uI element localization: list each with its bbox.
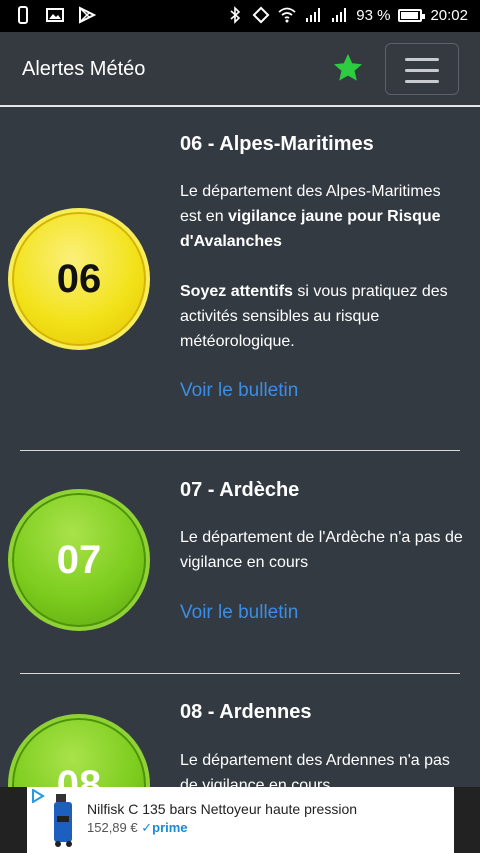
- star-icon[interactable]: [332, 52, 364, 84]
- alert-card-08: 08 - Ardennes 08 Le département des Arde…: [0, 674, 480, 787]
- bulletin-link[interactable]: Voir le bulletin: [180, 380, 298, 402]
- department-number: 06: [56, 256, 102, 301]
- play-store-icon: [79, 6, 96, 24]
- battery-icon: [398, 8, 426, 22]
- product-image[interactable]: [52, 792, 76, 848]
- menu-button[interactable]: [385, 43, 459, 95]
- ad-title[interactable]: Nilfisk C 135 bars Nettoyeur haute press…: [87, 801, 357, 817]
- alert-card-06: 06 - Alpes-Maritimes 06 Le département d…: [0, 109, 480, 449]
- status-bar-right: 93 % 20:02: [226, 6, 468, 24]
- clock: 20:02: [430, 6, 468, 24]
- department-badge: 06: [8, 208, 150, 350]
- hamburger-icon: [405, 58, 439, 61]
- prime-badge: ✓prime: [141, 820, 188, 835]
- department-number: 08: [56, 762, 102, 788]
- signal-1-icon: [306, 8, 321, 22]
- vigilance-text: Le département de l'Ardèche n'a pas de v…: [180, 529, 463, 571]
- phone-icon: [18, 6, 28, 24]
- vigilance-text: Le département des Ardennes n'a pas de v…: [180, 752, 450, 787]
- department-badge: 08: [8, 714, 150, 787]
- bluetooth-icon: [230, 6, 241, 24]
- bulletin-link[interactable]: Voir le bulletin: [180, 602, 298, 624]
- ad-price: 152,89 €: [87, 820, 138, 835]
- signal-2-icon: [332, 8, 347, 22]
- vigilance-text: Le département des Alpes-Maritimes est e…: [180, 179, 465, 254]
- ad-margin-right: [454, 787, 480, 853]
- gallery-icon: [46, 8, 64, 22]
- hamburger-icon-line: [405, 69, 439, 72]
- navbar: Alertes Météo: [0, 32, 480, 107]
- vibrate-icon: [252, 6, 270, 24]
- battery-percent: 93 %: [356, 6, 391, 24]
- department-title: 07 - Ardèche: [180, 479, 300, 501]
- department-title: 08 - Ardennes: [180, 701, 312, 723]
- alerts-list: 06 - Alpes-Maritimes 06 Le département d…: [0, 109, 480, 787]
- department-badge: 07: [8, 489, 150, 631]
- department-number: 07: [56, 537, 102, 582]
- status-bar: 93 % 20:02: [0, 0, 480, 32]
- ad-banner[interactable]: Nilfisk C 135 bars Nettoyeur haute press…: [27, 787, 454, 853]
- advice-text: Soyez attentifs si vous pratiquez des ac…: [180, 279, 465, 354]
- app-title[interactable]: Alertes Météo: [22, 58, 145, 81]
- hamburger-icon-line: [405, 80, 439, 83]
- ad-price-line: 152,89 € ✓prime: [87, 820, 188, 836]
- adchoices-icon[interactable]: [31, 789, 45, 803]
- department-title: 06 - Alpes-Maritimes: [180, 133, 374, 155]
- advice-bold: Soyez attentifs: [180, 283, 293, 300]
- status-bar-left: [14, 6, 96, 24]
- wifi-icon: [278, 7, 296, 23]
- alert-card-07: 07 - Ardèche 07 Le département de l'Ardè…: [0, 451, 480, 673]
- ad-margin-left: [0, 787, 27, 853]
